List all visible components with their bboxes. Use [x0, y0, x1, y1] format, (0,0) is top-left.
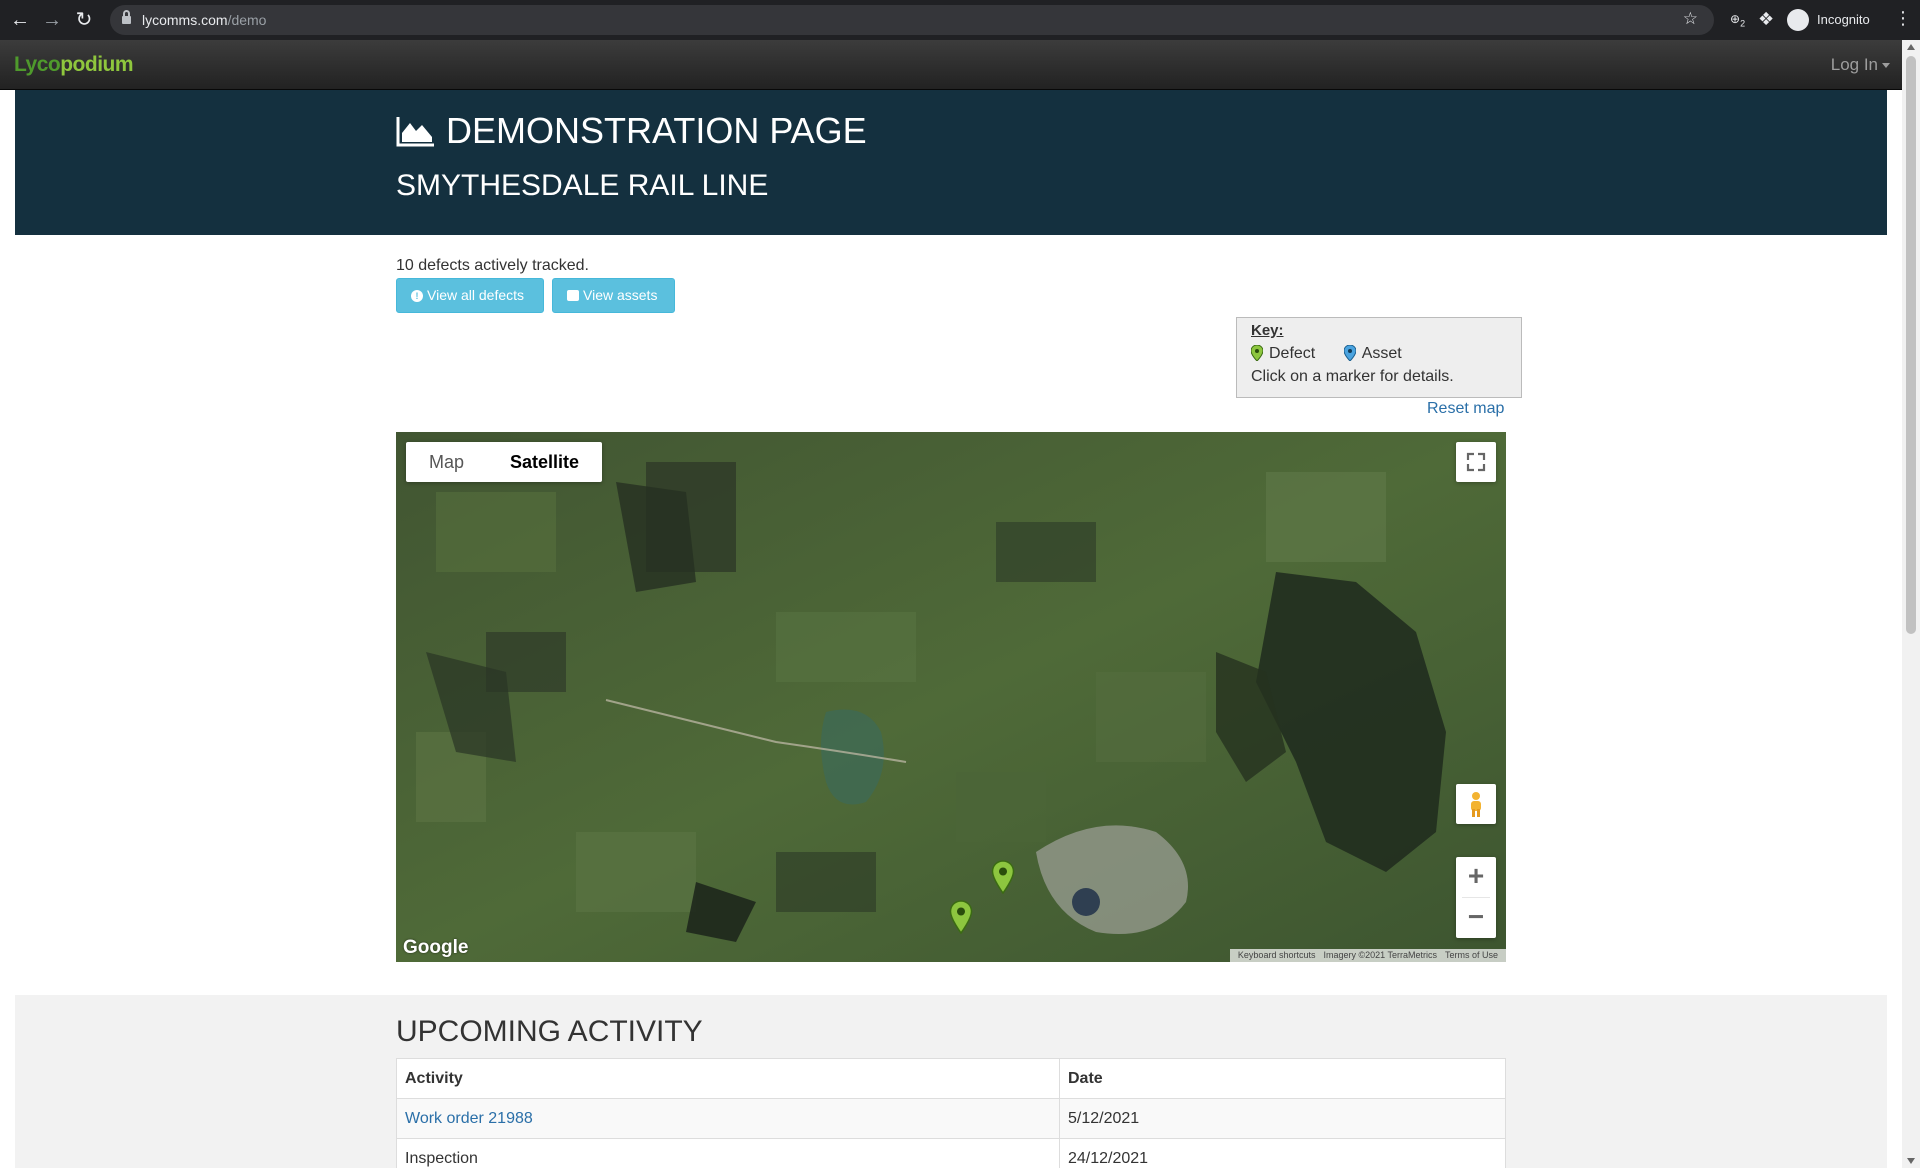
- activity-title: UPCOMING ACTIVITY: [396, 1015, 703, 1048]
- defects-tracked-text: 10 defects actively tracked.: [396, 257, 589, 274]
- date-cell: 24/12/2021: [1068, 1150, 1149, 1167]
- site-navbar: Lycopodium Log In: [0, 40, 1902, 90]
- work-order-link[interactable]: Work order 21988: [405, 1110, 533, 1127]
- table-header-row: Activity Date: [397, 1059, 1505, 1099]
- activity-cell: Work order 21988: [397, 1099, 1060, 1139]
- pegman-icon: [1471, 792, 1481, 817]
- activity-table: Activity Date Work order 21988 5/12/2021…: [396, 1058, 1506, 1168]
- upcoming-activity-section: UPCOMING ACTIVITY Activity Date Work ord…: [15, 995, 1887, 1168]
- bookmark-star-icon[interactable]: ☆: [1683, 9, 1698, 29]
- monitor-icon: [567, 290, 579, 301]
- chrome-menu-icon[interactable]: ⋮: [1894, 8, 1912, 29]
- column-header-activity: Activity: [397, 1059, 1060, 1099]
- exclamation-circle-icon: !: [411, 290, 423, 302]
- fullscreen-button[interactable]: [1456, 442, 1496, 482]
- column-header-date: Date: [1068, 1070, 1103, 1087]
- defect-marker[interactable]: [949, 900, 973, 934]
- address-bar[interactable]: lycomms.com/demo ☆: [110, 5, 1714, 35]
- page-title: DEMONSTRATION PAGE: [396, 110, 867, 152]
- key-title: Key:: [1251, 322, 1284, 339]
- google-logo[interactable]: Google: [403, 937, 468, 959]
- keyboard-shortcuts-link[interactable]: Keyboard shortcuts: [1234, 950, 1320, 960]
- address-text: lycomms.com/demo: [142, 12, 267, 28]
- table-row: Inspection 24/12/2021: [397, 1139, 1505, 1168]
- map-tab-map[interactable]: Map: [406, 442, 487, 482]
- fullscreen-icon: [1466, 452, 1486, 472]
- forward-icon[interactable]: →: [38, 6, 66, 34]
- map-key: Key: Defect Asset Click on a marker for …: [1236, 317, 1522, 398]
- view-all-defects-button[interactable]: ! View all defects: [396, 278, 544, 313]
- page-scrollbar[interactable]: [1902, 40, 1920, 1168]
- scroll-up-icon[interactable]: [1907, 44, 1915, 50]
- scroll-thumb[interactable]: [1906, 56, 1916, 634]
- defect-marker[interactable]: [991, 860, 1015, 894]
- page-header-banner: DEMONSTRATION PAGE SMYTHESDALE RAIL LINE: [15, 90, 1887, 235]
- asset-pin-icon: [1343, 345, 1356, 361]
- login-label: Log In: [1830, 55, 1878, 74]
- scroll-down-icon[interactable]: [1907, 1158, 1915, 1164]
- key-legend: Defect Asset: [1251, 345, 1402, 363]
- back-icon[interactable]: ←: [6, 6, 34, 34]
- lock-icon: [122, 10, 131, 25]
- street-view-button[interactable]: [1456, 784, 1496, 824]
- caret-down-icon: [1882, 63, 1890, 69]
- key-defect-label: Defect: [1269, 345, 1316, 362]
- incognito-icon: [1787, 9, 1809, 31]
- satellite-imagery: [396, 432, 1506, 962]
- map-attribution: Keyboard shortcuts Imagery ©2021 TerraMet…: [1229, 949, 1506, 962]
- page-subtitle: SMYTHESDALE RAIL LINE: [396, 169, 769, 202]
- table-row: Work order 21988 5/12/2021: [397, 1099, 1505, 1139]
- zoom-out-button[interactable]: −: [1456, 898, 1496, 938]
- login-dropdown[interactable]: Log In: [1831, 55, 1890, 75]
- view-assets-button[interactable]: View assets: [552, 278, 675, 313]
- key-asset-label: Asset: [1361, 345, 1402, 362]
- reload-icon[interactable]: ↻: [70, 6, 98, 34]
- map-type-control: Map Satellite: [406, 442, 603, 482]
- extension-badge-icon[interactable]: ⊕2: [1730, 12, 1745, 28]
- date-cell: 5/12/2021: [1068, 1110, 1140, 1127]
- area-chart-icon: [396, 117, 434, 147]
- terms-of-use-link[interactable]: Terms of Use: [1441, 950, 1502, 960]
- reset-map-link[interactable]: Reset map: [1427, 400, 1504, 418]
- satellite-map[interactable]: Map Satellite + − Google Keyboard shortcu…: [396, 432, 1506, 962]
- defect-pin-icon: [1251, 345, 1263, 361]
- imagery-credit: Imagery ©2021 TerraMetrics: [1323, 950, 1437, 960]
- browser-toolbar: ← → ↻ lycomms.com/demo ☆ ⊕2 ❖ Incognito …: [0, 0, 1920, 40]
- extensions-puzzle-icon[interactable]: ❖: [1758, 9, 1774, 30]
- key-hint: Click on a marker for details.: [1251, 368, 1454, 385]
- brand-logo[interactable]: Lycopodium: [14, 53, 134, 77]
- map-tab-satellite[interactable]: Satellite: [487, 442, 602, 482]
- zoom-in-button[interactable]: +: [1456, 857, 1496, 897]
- zoom-control: + −: [1456, 857, 1496, 938]
- activity-cell: Inspection: [397, 1139, 1060, 1168]
